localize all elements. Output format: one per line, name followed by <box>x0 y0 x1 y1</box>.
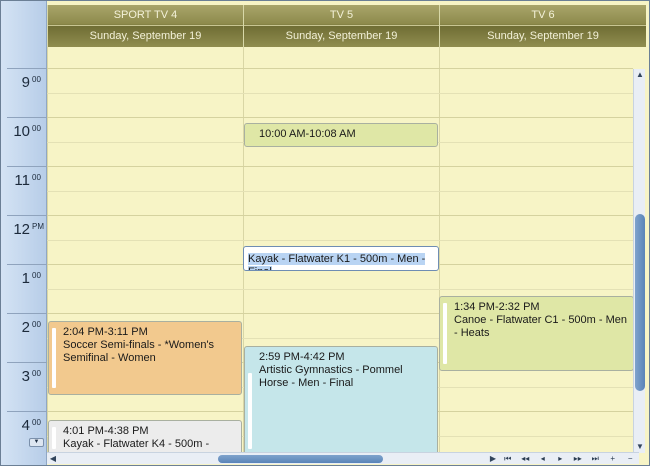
appointment-canoe[interactable]: 1:34 PM-2:32 PM Canoe - Flatwater C1 - 5… <box>439 296 634 371</box>
previous-page-icon[interactable]: ◂◂ <box>518 454 532 463</box>
slot-line <box>243 215 439 216</box>
hour-3: 3 00 <box>1 362 47 411</box>
channel-name: TV 6 <box>440 5 646 26</box>
appointment-tv5-10am[interactable]: 10:00 AM-10:08 AM <box>244 123 438 147</box>
slot-line <box>47 166 243 167</box>
column-header-tv-6[interactable]: TV 6 Sunday, September 19 <box>439 5 646 47</box>
time-ruler: 9 00 10 00 11 00 12 PM 1 00 2 00 3 00 4 00 <box>1 1 47 465</box>
previous-icon[interactable]: ◂ <box>536 454 550 463</box>
slot-line <box>439 411 633 412</box>
hour-12: 12 PM <box>1 215 47 264</box>
appointment-title: Canoe - Flatwater C1 - 500m - Men - Heat… <box>454 314 628 339</box>
slot-line <box>47 313 243 314</box>
zoom-in-icon[interactable]: + <box>606 454 620 463</box>
slot-line <box>243 313 439 314</box>
slot-line <box>47 68 243 69</box>
appointment-title: Artistic Gymnastics - Pommel Horse - Men… <box>259 364 403 389</box>
slot-line <box>439 166 633 167</box>
slot-line <box>47 411 243 412</box>
slot-line <box>439 190 633 192</box>
appointment-time: 1:34 PM-2:32 PM <box>454 301 540 313</box>
slot-line <box>47 117 243 118</box>
slot-line <box>439 92 633 94</box>
slot-line <box>243 239 439 241</box>
slot-line <box>47 215 243 216</box>
slot-line <box>439 435 633 437</box>
column-tv-6[interactable] <box>439 47 633 455</box>
slot-line <box>439 239 633 241</box>
slot-line <box>47 190 243 192</box>
appointment-time: 10:00 AM-10:08 AM <box>259 128 356 140</box>
slot-line <box>439 117 633 118</box>
hour-9: 9 00 <box>1 68 47 117</box>
slot-line <box>47 239 243 241</box>
column-date: Sunday, September 19 <box>285 30 398 42</box>
channel-name: SPORT TV 4 <box>48 5 243 26</box>
scroll-down-button[interactable]: ▼ <box>29 438 44 447</box>
appointment-status-bar <box>52 427 56 449</box>
slot-line <box>243 92 439 94</box>
vertical-scroll-thumb[interactable] <box>635 214 645 391</box>
last-page-icon[interactable]: ⏭ <box>588 454 602 464</box>
slot-line <box>439 288 633 290</box>
horizontal-scrollbar[interactable]: ◀ ▶ <box>47 452 499 464</box>
scheduler: 9 00 10 00 11 00 12 PM 1 00 2 00 3 00 4 00 ▼ SPO… <box>0 0 650 466</box>
slot-line <box>439 141 633 143</box>
appointment-time: 2:59 PM-4:42 PM <box>259 351 345 363</box>
slot-line <box>243 68 439 69</box>
zoom-out-icon[interactable]: − <box>623 454 637 463</box>
column-header-tv-5[interactable]: TV 5 Sunday, September 19 <box>243 5 439 47</box>
horizontal-scroll-thumb[interactable] <box>218 455 383 463</box>
appointment-title-edit[interactable]: Kayak - Flatwater K1 - 500m - Men - Fina… <box>248 253 426 270</box>
scroll-right-arrow-icon[interactable]: ▶ <box>487 453 499 465</box>
navigation-bar: ⏮ ◂◂ ◂ ▸ ▸▸ ⏭ + − <box>499 452 639 464</box>
slot-line <box>439 68 633 69</box>
hour-1: 1 00 <box>1 264 47 313</box>
slot-line <box>47 264 243 265</box>
slot-line <box>243 166 439 167</box>
appointment-time: 2:04 PM-3:11 PM <box>63 326 148 338</box>
scroll-up-arrow-icon[interactable]: ▲ <box>634 69 646 81</box>
slot-line <box>439 215 633 216</box>
column-date: Sunday, September 19 <box>89 30 202 42</box>
column-date: Sunday, September 19 <box>487 30 599 42</box>
appointment-status-bar <box>443 303 447 364</box>
hour-4: 4 00 <box>1 411 47 460</box>
slot-line <box>243 190 439 192</box>
appointment-title: Soccer Semi-finals - *Women's Semifinal … <box>63 339 215 364</box>
appointment-kayak-k4[interactable]: 4:01 PM-4:38 PM Kayak - Flatwater K4 - 5… <box>48 420 242 456</box>
first-page-icon[interactable]: ⏮ <box>501 454 515 464</box>
channel-name: TV 5 <box>244 5 439 26</box>
scroll-left-arrow-icon[interactable]: ◀ <box>47 453 59 465</box>
hour-11: 11 00 <box>1 166 47 215</box>
next-icon[interactable]: ▸ <box>553 454 567 463</box>
slot-line <box>439 264 633 265</box>
appointment-edit-box[interactable]: Kayak - Flatwater K1 - 500m - Men - Fina… <box>243 246 439 271</box>
slot-line <box>439 386 633 388</box>
slot-line <box>47 141 243 143</box>
next-page-icon[interactable]: ▸▸ <box>571 454 585 463</box>
slot-line <box>243 288 439 290</box>
slot-line <box>243 337 439 339</box>
hour-2: 2 00 <box>1 313 47 362</box>
slot-line <box>47 92 243 94</box>
appointment-status-bar <box>52 328 56 388</box>
slot-line <box>243 117 439 118</box>
appointment-status-bar <box>248 373 252 449</box>
appointment-gymnastics[interactable]: 2:59 PM-4:42 PM Artistic Gymnastics - Po… <box>244 346 438 456</box>
vertical-scrollbar[interactable]: ▲ ▼ <box>633 69 645 453</box>
appointment-time: 4:01 PM-4:38 PM <box>63 425 149 437</box>
appointment-soccer[interactable]: 2:04 PM-3:11 PM Soccer Semi-finals - *Wo… <box>48 321 242 395</box>
hour-10: 10 00 <box>1 117 47 166</box>
column-header-sport-tv-4[interactable]: SPORT TV 4 Sunday, September 19 <box>47 5 243 47</box>
slot-line <box>47 288 243 290</box>
